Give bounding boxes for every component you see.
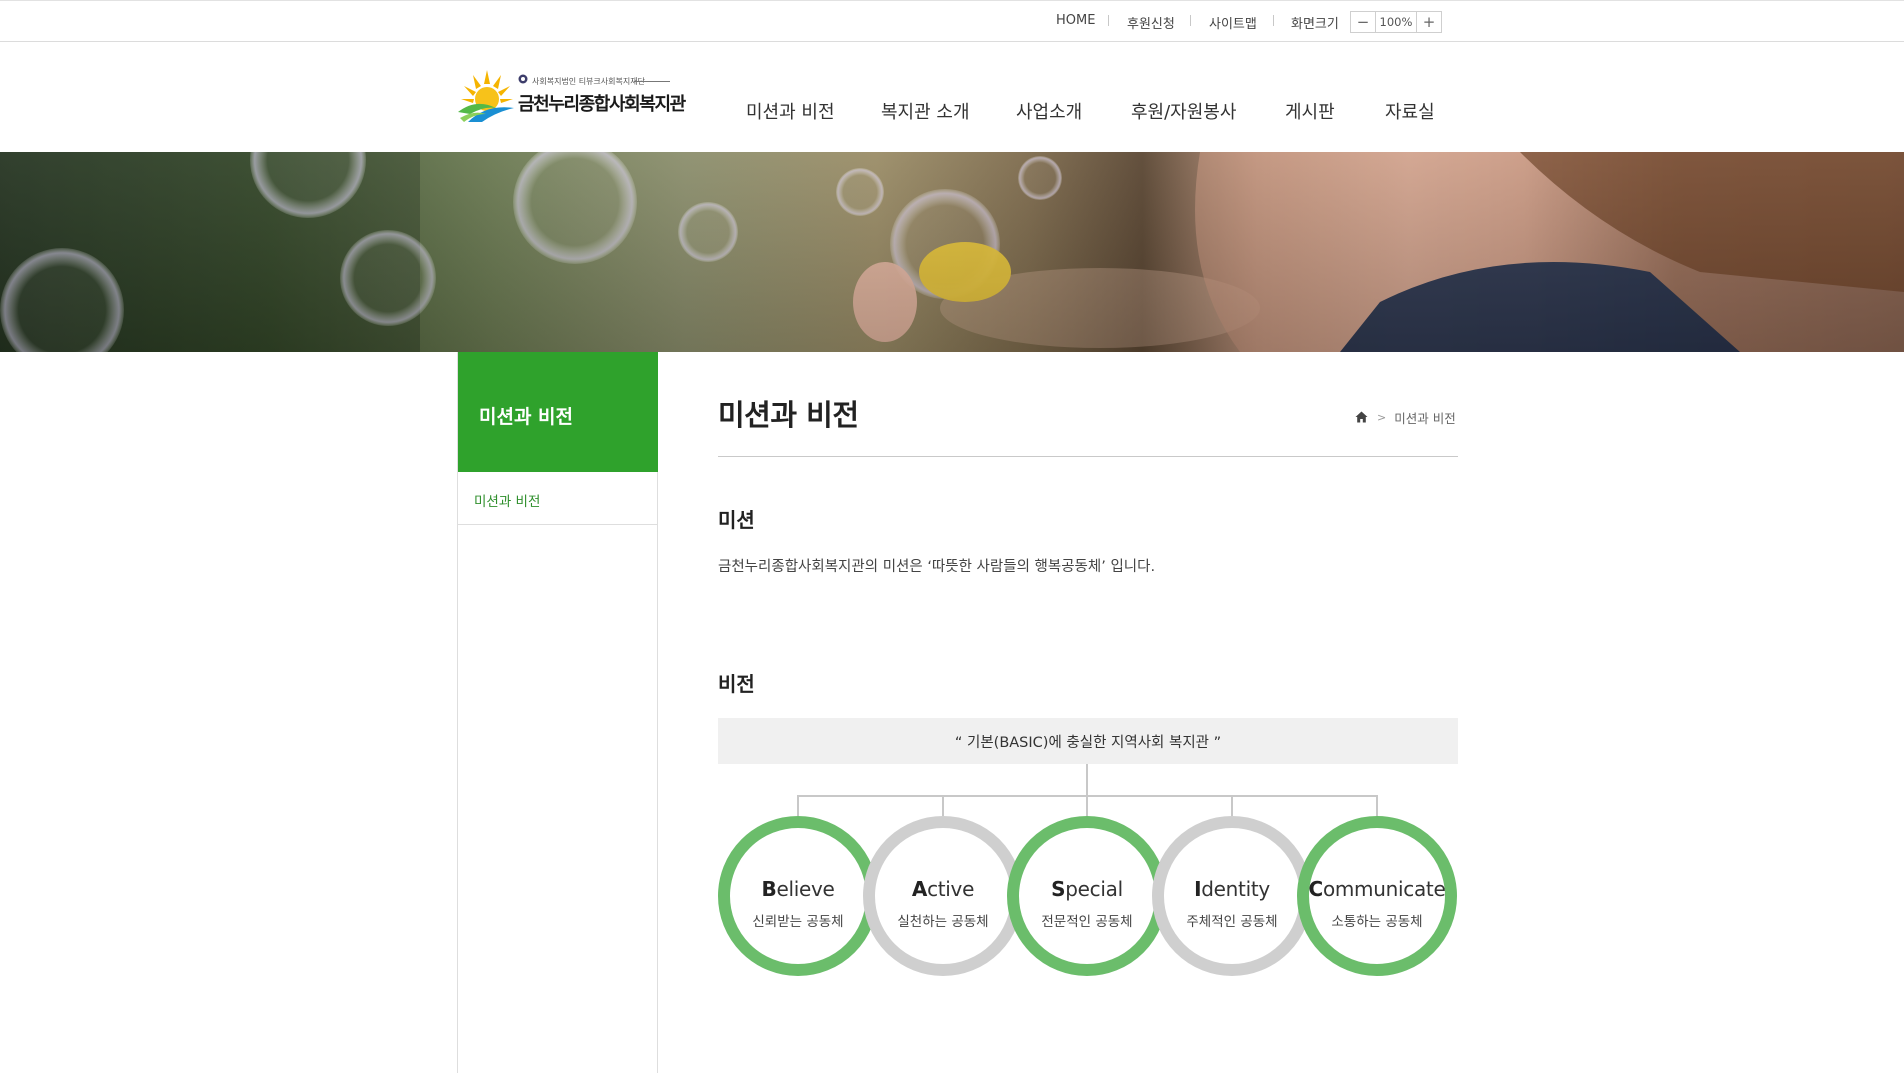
logo-subtitle: 사회복지법인 티뷰크사회복지재단 <box>532 77 645 86</box>
breadcrumb-current: 미션과 비전 <box>1394 410 1456 426</box>
logo-title: 금천누리종합사회복지관 <box>518 94 686 115</box>
banner-shade <box>0 152 1904 352</box>
connector-trunk <box>1086 764 1088 796</box>
connector-leg <box>1376 795 1378 816</box>
connector-leg <box>1231 795 1233 816</box>
mission-heading: 미션 <box>718 508 755 532</box>
vision-connector-lines <box>718 764 1458 816</box>
util-sitemap-link[interactable]: 사이트맵 <box>1209 13 1257 32</box>
page-title: 미션과 비전 <box>718 398 859 432</box>
gnb-archive[interactable]: 자료실 <box>1385 98 1435 124</box>
hero-banner-image <box>0 152 1904 352</box>
foundation-emblem-icon <box>518 74 528 84</box>
screen-size-label: 화면크기 <box>1291 17 1339 32</box>
value-name: Communicate <box>1308 877 1446 901</box>
value-circle-believe: Believe 신뢰받는 공동체 <box>718 816 878 976</box>
vision-statement: “ 기본(BASIC)에 충실한 지역사회 복지관 ” <box>718 718 1458 764</box>
site-header: 사회복지법인 티뷰크사회복지재단 금천누리종합사회복지관 미션과 비전 복지관 … <box>0 42 1904 152</box>
value-circle-identity: Identity 주체적인 공동체 <box>1152 816 1312 976</box>
utility-bar: HOME 후원신청 사이트맵 화면크기 − 100% + <box>0 0 1904 42</box>
value-description: 소통하는 공동체 <box>1331 914 1423 930</box>
site-logo[interactable]: 사회복지법인 티뷰크사회복지재단 금천누리종합사회복지관 <box>456 68 686 128</box>
util-divider <box>1108 15 1109 26</box>
connector-leg <box>1086 795 1088 816</box>
sun-logo-icon <box>458 70 514 122</box>
value-circle-special: Special 전문적인 공동체 <box>1007 816 1167 976</box>
title-divider <box>718 456 1458 457</box>
connector-leg <box>942 795 944 816</box>
gnb-board[interactable]: 게시판 <box>1285 98 1335 124</box>
gnb-mission-vision[interactable]: 미션과 비전 <box>746 98 835 124</box>
zoom-out-button[interactable]: − <box>1351 12 1375 32</box>
util-home-link[interactable]: HOME <box>1056 13 1095 28</box>
sidebar-item-label: 미션과 비전 <box>474 494 541 510</box>
connector-branch <box>798 795 1378 797</box>
sidebar-item-mission-vision[interactable]: 미션과 비전 <box>458 472 658 525</box>
util-divider <box>1273 15 1274 26</box>
breadcrumb-separator: > <box>1377 410 1387 424</box>
vision-heading: 비전 <box>718 672 755 696</box>
util-donate-link[interactable]: 후원신청 <box>1127 13 1175 32</box>
home-icon[interactable] <box>1355 411 1368 423</box>
util-divider <box>1190 15 1191 26</box>
mission-text: 금천누리종합사회복지관의 미션은 ‘따뜻한 사람들의 행복공동체’ 입니다. <box>718 559 1156 575</box>
value-circle-communicate: Communicate 소통하는 공동체 <box>1297 816 1457 976</box>
zoom-value: 100% <box>1375 12 1417 32</box>
breadcrumb: > 미션과 비전 <box>1355 409 1456 426</box>
sidebar: 미션과 비전 미션과 비전 <box>457 352 658 1073</box>
gnb-support-volunteer[interactable]: 후원/자원봉사 <box>1131 98 1236 124</box>
gnb-programs[interactable]: 사업소개 <box>1016 98 1082 124</box>
sidebar-header: 미션과 비전 <box>458 352 658 472</box>
zoom-control: − 100% + <box>1350 11 1442 33</box>
zoom-in-button[interactable]: + <box>1417 12 1441 32</box>
gnb-about[interactable]: 복지관 소개 <box>881 98 970 124</box>
sidebar-title: 미션과 비전 <box>479 406 574 428</box>
logo-subtitle-line <box>634 81 670 82</box>
connector-leg <box>797 795 799 816</box>
